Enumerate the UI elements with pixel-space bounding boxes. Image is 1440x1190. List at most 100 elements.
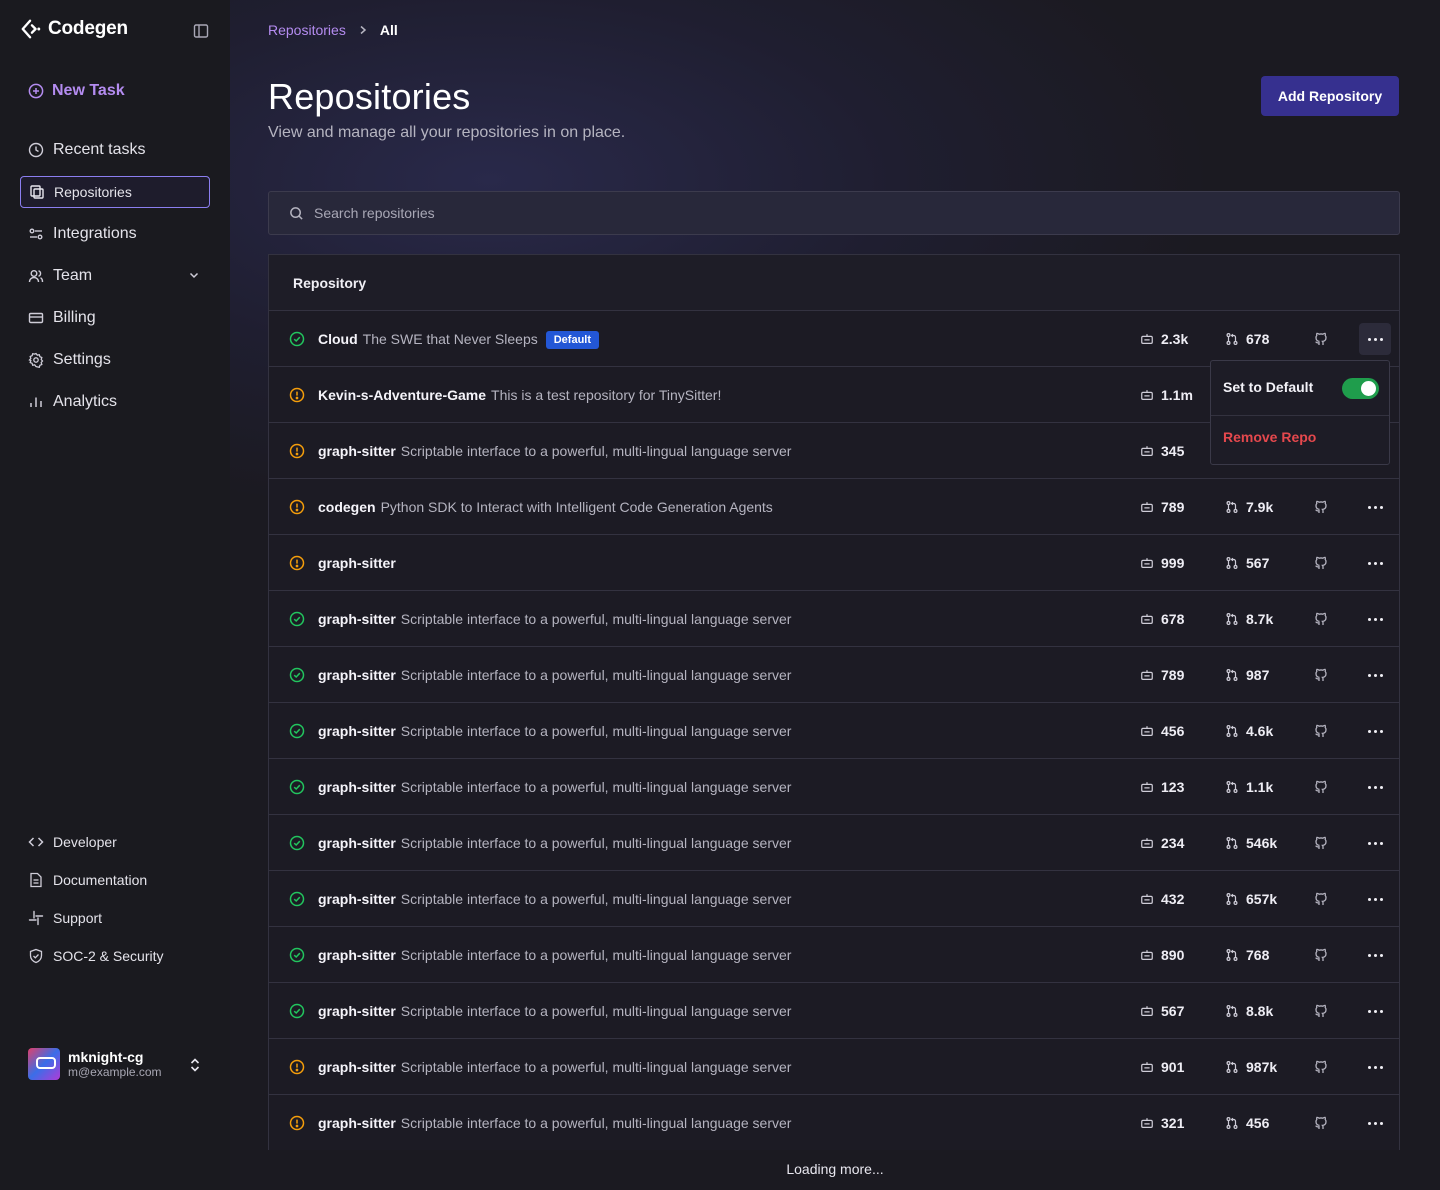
user-menu[interactable]: mknight-cg m@example.com [28, 1048, 210, 1080]
github-icon[interactable] [1313, 1003, 1329, 1019]
github-icon[interactable] [1313, 331, 1329, 347]
alert-circle-icon [289, 499, 305, 515]
row-more-button[interactable] [1359, 771, 1391, 803]
repo-name-text: graph-sitter [318, 723, 396, 739]
row-more-button[interactable] [1359, 995, 1391, 1027]
row-more-button[interactable] [1359, 883, 1391, 915]
pull-request-icon [1226, 725, 1238, 737]
github-icon[interactable] [1313, 1059, 1329, 1075]
table-row[interactable]: graph-sitter Scriptable interface to a po… [269, 1039, 1399, 1095]
pull-requests-value: 4.6k [1246, 723, 1274, 739]
github-icon[interactable] [1313, 835, 1329, 851]
agent-runs-value: 321 [1161, 1115, 1185, 1131]
sidebar-item-integrations[interactable]: Integrations [20, 218, 210, 250]
pull-request-icon [1226, 781, 1238, 793]
app-logo[interactable]: Codegen [20, 18, 128, 40]
sidebar-item-repositories[interactable]: Repositories [20, 176, 210, 208]
billing-icon [28, 312, 44, 324]
row-more-button[interactable] [1359, 939, 1391, 971]
github-icon[interactable] [1313, 779, 1329, 795]
alert-circle-icon [289, 1115, 305, 1131]
table-row[interactable]: graph-sitter Scriptable interface to a po… [269, 927, 1399, 983]
repo-name[interactable]: graph-sitter Scriptable interface to a po… [318, 1059, 791, 1075]
pull-requests-value: 987 [1246, 667, 1270, 683]
repo-name[interactable]: graph-sitter Scriptable interface to a po… [318, 723, 791, 739]
add-repository-button[interactable]: Add Repository [1261, 76, 1399, 116]
repo-name[interactable]: graph-sitter Scriptable interface to a po… [318, 835, 791, 851]
sidebar-item-analytics[interactable]: Analytics [20, 386, 210, 418]
breadcrumb-repositories-link[interactable]: Repositories [268, 22, 346, 38]
search-input[interactable] [314, 205, 1364, 221]
row-more-button[interactable] [1359, 547, 1391, 579]
table-row[interactable]: graph-sitter Scriptable interface to a po… [269, 703, 1399, 759]
row-more-button[interactable] [1359, 827, 1391, 859]
table-row[interactable]: graph-sitter Scriptable interface to a po… [269, 759, 1399, 815]
table-row[interactable]: graph-sitter Scriptable interface to a po… [269, 871, 1399, 927]
document-icon [30, 872, 42, 888]
table-row[interactable]: graph-sitter Scriptable interface to a po… [269, 647, 1399, 703]
repo-name-text: Kevin-s-Adventure-Game [318, 387, 487, 403]
sidebar-item-developer[interactable]: Developer [20, 828, 210, 856]
table-row[interactable]: graph-sitter 999 567 [269, 535, 1399, 591]
repo-name[interactable]: graph-sitter Scriptable interface to a po… [318, 1003, 791, 1019]
repo-name[interactable]: Kevin-s-Adventure-Game This is a test rep… [318, 387, 721, 403]
repo-name[interactable]: graph-sitter Scriptable interface to a po… [318, 779, 791, 795]
repo-name[interactable]: graph-sitter Scriptable interface to a po… [318, 667, 791, 683]
row-more-button[interactable] [1359, 491, 1391, 523]
sidebar-item-billing[interactable]: Billing [20, 302, 210, 334]
github-icon[interactable] [1313, 667, 1329, 683]
new-task-button[interactable]: New Task [28, 82, 125, 100]
repo-name[interactable]: graph-sitter Scriptable interface to a po… [318, 443, 791, 459]
github-icon[interactable] [1313, 555, 1329, 571]
repo-name-text: graph-sitter [318, 1059, 396, 1075]
table-row[interactable]: graph-sitter Scriptable interface to a po… [269, 983, 1399, 1039]
sidebar-item-support[interactable]: Support [20, 904, 210, 932]
repo-name[interactable]: Cloud The SWE that Never Sleeps Default [318, 331, 600, 349]
sidebar-item-label: Repositories [54, 184, 132, 200]
github-icon[interactable] [1313, 1115, 1329, 1131]
row-more-button[interactable] [1359, 715, 1391, 747]
check-circle-icon [289, 891, 305, 907]
github-icon[interactable] [1313, 891, 1329, 907]
repo-name[interactable]: graph-sitter Scriptable interface to a po… [318, 947, 791, 963]
table-row[interactable]: Cloud The SWE that Never Sleeps Default 2.3… [269, 311, 1399, 367]
app-name: Codegen [48, 18, 128, 39]
robot-icon [1141, 950, 1153, 960]
sidebar-item-security[interactable]: SOC-2 & Security [20, 942, 210, 970]
repo-description: Scriptable interface to a powerful, mult… [400, 1003, 792, 1019]
clock-icon [28, 142, 44, 158]
github-icon[interactable] [1313, 499, 1329, 515]
pull-requests-value: 1.1k [1246, 779, 1274, 795]
row-more-button[interactable] [1359, 603, 1391, 635]
agent-runs-value: 456 [1161, 723, 1185, 739]
chevron-down-icon[interactable] [188, 269, 200, 281]
row-more-button[interactable] [1359, 659, 1391, 691]
repo-name[interactable]: graph-sitter Scriptable interface to a po… [318, 1115, 791, 1131]
sidebar-item-recent-tasks[interactable]: Recent tasks [20, 134, 210, 166]
row-more-button[interactable] [1359, 323, 1391, 355]
repo-name[interactable]: codegen Python SDK to Interact with Intel… [318, 499, 773, 515]
repo-name[interactable]: graph-sitter Scriptable interface to a po… [318, 611, 791, 627]
table-row[interactable]: graph-sitter Scriptable interface to a po… [269, 591, 1399, 647]
repo-name[interactable]: graph-sitter Scriptable interface to a po… [318, 891, 791, 907]
agent-runs-value: 1.1m [1161, 387, 1193, 403]
robot-icon [1141, 894, 1153, 904]
table-row[interactable]: graph-sitter Scriptable interface to a po… [269, 1095, 1399, 1150]
github-icon[interactable] [1313, 611, 1329, 627]
sidebar-item-team[interactable]: Team [20, 260, 210, 292]
sidebar-item-documentation[interactable]: Documentation [20, 866, 210, 894]
repo-name-text: graph-sitter [318, 667, 396, 683]
sidebar-toggle-icon[interactable] [192, 22, 210, 40]
remove-repo-button[interactable]: Remove Repo [1223, 429, 1316, 445]
table-row[interactable]: graph-sitter Scriptable interface to a po… [269, 815, 1399, 871]
sidebar-item-settings[interactable]: Settings [20, 344, 210, 376]
agent-runs-stat: 901 [1140, 1059, 1184, 1075]
row-more-button[interactable] [1359, 1051, 1391, 1083]
repo-name[interactable]: graph-sitter [318, 555, 396, 571]
set-default-toggle[interactable] [1342, 378, 1379, 399]
search-bar[interactable] [268, 191, 1400, 235]
table-row[interactable]: codegen Python SDK to Interact with Intel… [269, 479, 1399, 535]
github-icon[interactable] [1313, 723, 1329, 739]
row-more-button[interactable] [1359, 1107, 1391, 1139]
github-icon[interactable] [1313, 947, 1329, 963]
